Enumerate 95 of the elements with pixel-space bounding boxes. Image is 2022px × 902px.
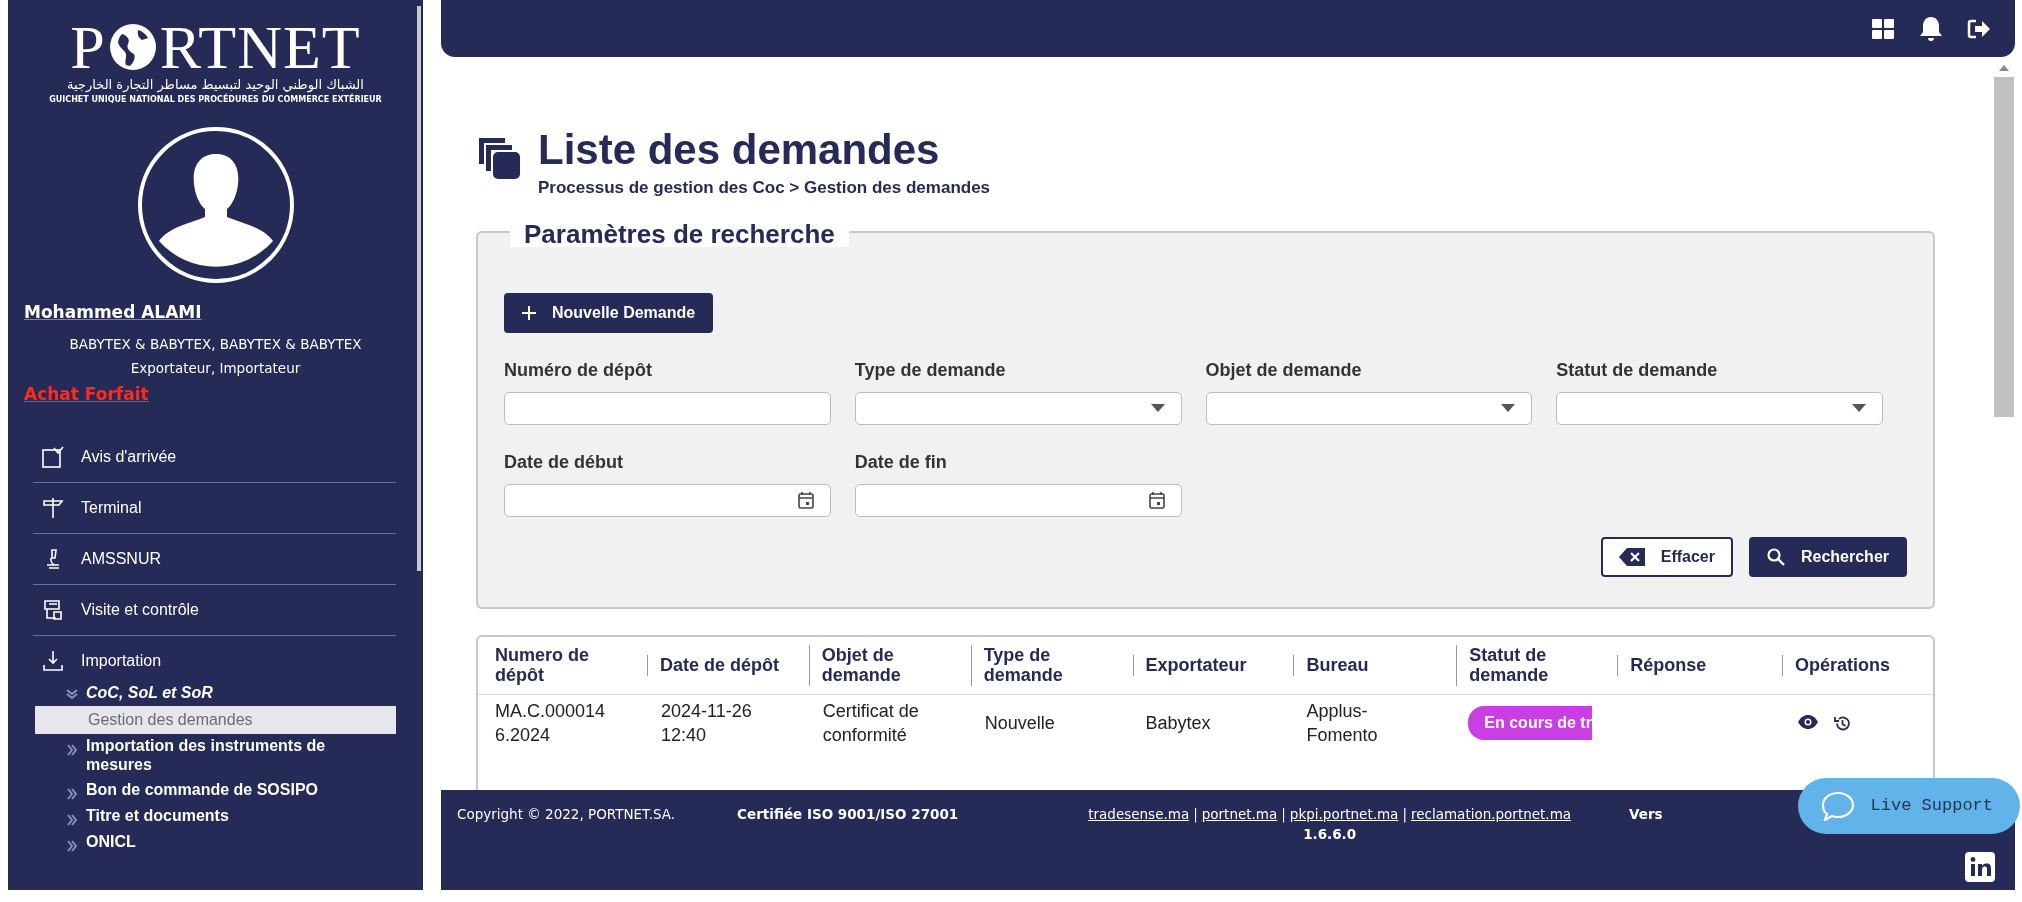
avatar-icon: [136, 126, 295, 285]
field-label: Objet de demande: [1205, 358, 1363, 382]
field-label: Date de fin: [854, 450, 948, 474]
chevron-right-icon: [66, 788, 78, 801]
company-name: BABYTEX & BABYTEX, BABYTEX & BABYTEX: [68, 334, 363, 354]
footer-link[interactable]: tradesense.ma: [1088, 804, 1190, 825]
column-header[interactable]: Numero de dépôt: [495, 644, 615, 686]
link-separator: |: [1281, 805, 1286, 825]
menu-item-label: AMSSNUR: [81, 548, 161, 569]
column-header[interactable]: Exportateur: [1132, 654, 1294, 676]
user-name: Mohammed ALAMI: [24, 301, 203, 325]
plan-link[interactable]: Achat Forfait: [24, 382, 149, 408]
page-title: Liste des demandes: [538, 129, 941, 171]
table-cell-text: Babytex: [1145, 712, 1212, 735]
footer-link[interactable]: portnet.ma: [1201, 804, 1278, 825]
input-field[interactable]: [504, 391, 831, 425]
breadcrumb: Processus de gestion des Coc > Gestion des demandes: [538, 177, 991, 199]
field-label: Date de début: [504, 450, 624, 474]
plus-icon: [522, 305, 536, 320]
menu-item[interactable]: AMSSNUR: [33, 533, 396, 585]
table-cell-text: 2024-11-26 12:40: [660, 699, 753, 748]
certification-text: Certifiée ISO 9001/ISO 27001: [737, 805, 959, 824]
footer-link[interactable]: pkpi.portnet.ma: [1289, 804, 1399, 825]
user-roles: Exportateur, Importateur: [129, 359, 302, 379]
date-field[interactable]: [504, 483, 831, 517]
search-button[interactable]: Rechercher: [1748, 536, 1907, 577]
field-label: Statut de demande: [1556, 358, 1719, 382]
column-header[interactable]: Réponse: [1617, 654, 1783, 676]
select-field[interactable]: [1556, 391, 1883, 425]
chevron-right-icon: [66, 814, 78, 827]
link-separator: |: [1193, 805, 1198, 825]
menu-item-label: Importation: [81, 651, 162, 672]
calendar-icon: [1148, 491, 1165, 509]
copyright-text: Copyright © 2022, PORTNET.SA.: [457, 805, 676, 824]
menu-item-label: Avis d'arrivée: [81, 446, 177, 467]
caret-icon: [1852, 404, 1866, 412]
submenu-item[interactable]: Bon de commande de SOSIPO: [8, 778, 423, 805]
column-header[interactable]: Date de dépôt: [646, 654, 809, 676]
download-icon: [41, 649, 65, 674]
caret-icon: [1501, 404, 1516, 412]
calendar-icon: [797, 491, 814, 509]
column-header[interactable]: Opérations: [1782, 654, 1933, 676]
table-cell-text: MA.C.0000146.2024: [495, 699, 607, 748]
menu-item[interactable]: Visite et contrôle: [33, 584, 396, 636]
eye-icon[interactable]: [1798, 714, 1819, 729]
field-label: Numéro de dépôt: [504, 358, 653, 382]
table-cell-text: Nouvelle: [984, 712, 1056, 735]
column-header[interactable]: Bureau: [1293, 654, 1457, 676]
chat-icon: [1820, 791, 1855, 821]
column-header[interactable]: Statut de demande: [1456, 644, 1618, 686]
chevron-right-icon: [66, 744, 78, 756]
table-cell-text: Applus-Fomento: [1306, 699, 1379, 748]
signpost-icon: [41, 495, 65, 520]
scroll-up-icon[interactable]: [1999, 65, 2009, 71]
backspace-icon: [1618, 547, 1645, 566]
column-header[interactable]: Objet de demande: [808, 644, 971, 686]
submenu-item[interactable]: Gestion des demandes: [35, 706, 396, 734]
footer-link[interactable]: reclamation.portnet.ma: [1410, 804, 1572, 825]
field-label: Type de demande: [854, 358, 1007, 382]
clear-button[interactable]: Effacer: [1600, 536, 1733, 577]
linkedin-icon[interactable]: [1965, 852, 1995, 882]
version-label: Vers: [1629, 805, 1663, 824]
history-icon[interactable]: [1834, 714, 1852, 732]
stack-icon: [476, 135, 522, 181]
device-icon: [41, 597, 65, 622]
menu-item[interactable]: Avis d'arrivée: [33, 431, 396, 483]
select-field[interactable]: [1205, 391, 1533, 425]
logout-icon[interactable]: [1967, 17, 1991, 40]
chevron-down-icon: [66, 687, 78, 700]
chevron-right-icon: [66, 840, 78, 853]
submenu-item[interactable]: ONICL: [8, 830, 423, 857]
status-badge: En cours de tr: [1468, 706, 1592, 740]
menu-item-label: Visite et contrôle: [81, 599, 199, 620]
globe-icon: [107, 22, 158, 72]
date-field[interactable]: [854, 483, 1182, 517]
new-request-button[interactable]: Nouvelle Demande: [504, 292, 714, 333]
column-header[interactable]: Type de demande: [970, 644, 1133, 686]
select-field[interactable]: [854, 391, 1182, 425]
logo-text: RTNET: [159, 16, 361, 78]
menu-item[interactable]: Terminal: [33, 482, 396, 534]
search-icon: [1766, 547, 1785, 566]
grid-icon[interactable]: [1871, 16, 1895, 41]
logo-tagline: الشباك الوطني الوحيد لتبسيط مساطر التجارة الخارجية: [67, 78, 364, 93]
live-support-button[interactable]: Live Support: [1797, 778, 2020, 834]
caret-icon: [1150, 404, 1165, 412]
menu-item-label: Terminal: [81, 497, 142, 518]
submenu-item[interactable]: Importation des instruments de mesures: [8, 734, 423, 779]
scrollbar[interactable]: [417, 6, 421, 571]
table-cell-text: Certificat de conformité: [822, 699, 920, 748]
link-separator: |: [1402, 805, 1407, 825]
logo-text: P: [70, 16, 106, 78]
checkbox-icon: [41, 444, 65, 469]
version-number: 1.6.6.0: [1302, 825, 1358, 845]
bell-icon[interactable]: [1919, 15, 1943, 42]
submenu-item[interactable]: Titre et documents: [8, 804, 423, 831]
